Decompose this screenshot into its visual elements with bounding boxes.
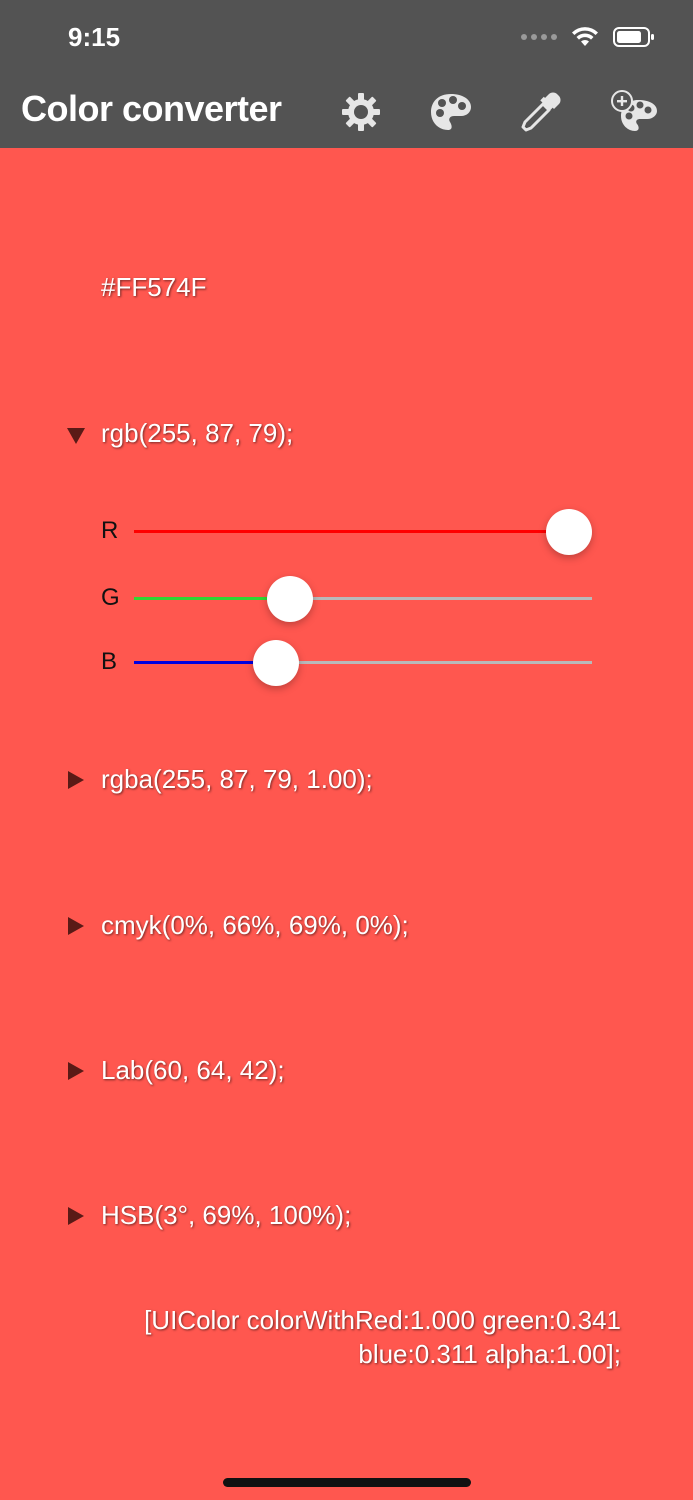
green-slider-label: G [101, 584, 120, 611]
wifi-icon [572, 27, 598, 46]
battery-icon [613, 27, 654, 47]
red-slider-fill [134, 530, 592, 533]
palette-icon [431, 94, 471, 130]
hsb-value: HSB(3°, 69%, 100%); [101, 1200, 352, 1230]
rgba-value: rgba(255, 87, 79, 1.00); [101, 764, 373, 794]
lab-row[interactable]: Lab(60, 64, 42); [0, 1055, 693, 1095]
green-slider-track[interactable] [134, 576, 592, 622]
green-slider-row: G [0, 574, 693, 624]
cellular-signal-icon [521, 34, 557, 40]
red-slider-track[interactable] [134, 509, 592, 555]
hsb-row[interactable]: HSB(3°, 69%, 100%); [0, 1200, 693, 1240]
settings-button[interactable] [335, 86, 387, 138]
blue-slider-row: B [0, 638, 693, 688]
expand-triangle-icon[interactable] [68, 917, 84, 935]
rgba-row[interactable]: rgba(255, 87, 79, 1.00); [0, 764, 693, 804]
rgb-value: rgb(255, 87, 79); [101, 418, 294, 448]
uicolor-code[interactable]: [UIColor colorWithRed:1.000 green:0.341 … [144, 1303, 621, 1371]
green-slider-thumb[interactable] [267, 576, 314, 622]
cmyk-value: cmyk(0%, 66%, 69%, 0%); [101, 910, 409, 940]
page-title: Color converter [21, 88, 282, 129]
rgb-row[interactable]: rgb(255, 87, 79); [0, 418, 693, 458]
content-area: #FF574F rgb(255, 87, 79); R G B rgba(255… [0, 148, 693, 1500]
status-time: 9:15 [68, 22, 121, 52]
status-icons [521, 26, 655, 48]
navigation-bar: Color converter [0, 80, 693, 148]
add-palette-icon [611, 90, 657, 131]
red-slider-row: R [0, 507, 693, 557]
uicolor-line-2: blue:0.311 alpha:1.00]; [358, 1339, 621, 1369]
blue-slider-label: B [101, 648, 118, 675]
status-bar: 9:15 [0, 0, 693, 80]
cmyk-row[interactable]: cmyk(0%, 66%, 69%, 0%); [0, 910, 693, 950]
uicolor-line-1: [UIColor colorWithRed:1.000 green:0.341 [144, 1305, 621, 1335]
blue-slider-thumb[interactable] [252, 640, 299, 686]
add-palette-button[interactable] [609, 86, 661, 138]
lab-value: Lab(60, 64, 42); [101, 1055, 285, 1085]
collapse-triangle-icon[interactable] [67, 428, 85, 444]
expand-triangle-icon[interactable] [68, 1062, 84, 1080]
home-indicator [223, 1478, 471, 1487]
gear-icon [342, 93, 380, 131]
expand-triangle-icon[interactable] [68, 771, 84, 789]
eyedropper-button[interactable] [515, 86, 567, 138]
hex-value[interactable]: #FF574F [101, 272, 207, 303]
palette-button[interactable] [425, 86, 477, 138]
expand-triangle-icon[interactable] [68, 1207, 84, 1225]
eyedropper-icon [521, 92, 561, 132]
red-slider-label: R [101, 517, 119, 544]
red-slider-thumb[interactable] [546, 509, 592, 555]
blue-slider-track[interactable] [134, 640, 592, 686]
